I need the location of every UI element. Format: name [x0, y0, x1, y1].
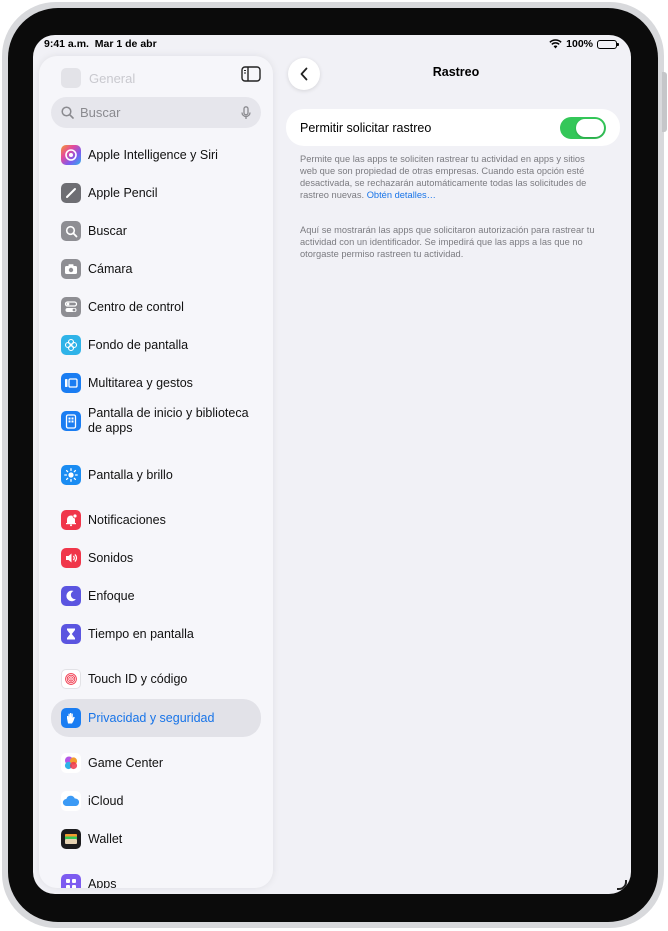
- sidebar-item-label: iCloud: [88, 793, 124, 808]
- fingerprint-icon: [61, 669, 81, 689]
- sidebar-item-label: Buscar: [88, 223, 127, 238]
- hourglass-icon: [61, 624, 81, 644]
- sidebar-item-label: Game Center: [88, 755, 164, 770]
- sidebar-item-label: Touch ID y código: [88, 671, 188, 686]
- apple-intelligence-icon: [61, 145, 81, 165]
- allow-tracking-row: Permitir solicitar rastreo: [286, 109, 620, 146]
- sidebar-item-label: Fondo de pantalla: [88, 337, 189, 352]
- sidebar-item-label: Enfoque: [88, 588, 135, 603]
- flower-icon: [61, 335, 81, 355]
- sidebar-item-label: Multitarea y gestos: [88, 375, 193, 390]
- sidebar-item-centro-de-control[interactable]: Centro de control: [51, 289, 261, 325]
- sidebar-item-label: Pantalla de inicio y biblioteca de apps: [88, 406, 249, 435]
- sidebar-item-privacidad[interactable]: Privacidad y seguridad: [51, 699, 261, 737]
- pencil-icon: [61, 183, 81, 203]
- sidebar-item-sonidos[interactable]: Sonidos: [51, 540, 261, 576]
- sidebar-item-notificaciones[interactable]: Notificaciones: [51, 502, 261, 538]
- allow-tracking-label: Permitir solicitar rastreo: [300, 120, 432, 135]
- hand-icon: [61, 708, 81, 728]
- search-field[interactable]: [51, 97, 261, 128]
- back-button[interactable]: [288, 58, 320, 90]
- page-title: Rastreo: [432, 65, 480, 79]
- home-screen-icon: [61, 411, 81, 431]
- game-center-icon: [61, 753, 81, 773]
- sidebar-item-pantalla-de-inicio[interactable]: Pantalla de inicio y biblioteca de apps: [51, 398, 261, 444]
- sidebar-toggle-icon[interactable]: [241, 66, 261, 82]
- sidebar-item-multitarea[interactable]: Multitarea y gestos: [51, 365, 261, 401]
- sidebar-item-label: Centro de control: [88, 299, 184, 314]
- sidebar-item-general[interactable]: General: [61, 68, 135, 88]
- sidebar-item-tiempo-en-pantalla[interactable]: Tiempo en pantalla: [51, 616, 261, 652]
- sidebar-item-label: Apple Pencil: [88, 185, 158, 200]
- sidebar-item-label: Notificaciones: [88, 512, 166, 527]
- microphone-icon[interactable]: [241, 105, 251, 120]
- sidebar-item-label: Sonidos: [88, 550, 134, 565]
- tracking-footnote: Permite que las apps te soliciten rastre…: [300, 153, 595, 201]
- tracking-footnote-text: Permite que las apps te soliciten rastre…: [300, 154, 587, 200]
- search-icon: [61, 106, 74, 119]
- sidebar-item-wallet[interactable]: Wallet: [51, 821, 261, 857]
- bell-icon: [61, 510, 81, 530]
- chevron-left-icon: [300, 67, 308, 81]
- sidebar-item-label: Apple Intelligence y Siri: [88, 147, 218, 162]
- settings-sidebar: General Apple Intelligence: [39, 56, 273, 888]
- sidebar-item-label: Tiempo en pantalla: [88, 626, 194, 641]
- moon-icon: [61, 586, 81, 606]
- sun-icon: [61, 465, 81, 485]
- cloud-icon: [61, 791, 81, 811]
- sidebar-item-apple-intelligence[interactable]: Apple Intelligence y Siri: [51, 137, 261, 173]
- screen: 9:41 a.m. Mar 1 de abr 100% General Busc…: [33, 35, 631, 894]
- toggles-icon: [61, 297, 81, 317]
- magnifier-icon: [61, 221, 81, 241]
- sidebar-item-apple-pencil[interactable]: Apple Pencil: [51, 175, 261, 211]
- status-bar: 9:41 a.m. Mar 1 de abr 100%: [33, 35, 631, 53]
- gear-icon: [61, 68, 81, 88]
- search-input[interactable]: [80, 105, 220, 120]
- sidebar-item-label: Wallet: [88, 831, 123, 846]
- wallet-icon: [61, 829, 81, 849]
- sidebar-item-pantalla-y-brillo[interactable]: Pantalla y brillo: [51, 457, 261, 493]
- status-date: Mar 1 de abr: [94, 38, 157, 50]
- sidebar-item-enfoque[interactable]: Enfoque: [51, 578, 261, 614]
- apps-footnote: Aquí se mostrarán las apps que solicitar…: [300, 225, 595, 259]
- sidebar-item-touch-id[interactable]: Touch ID y código: [51, 661, 261, 697]
- sidebar-item-fondo-de-pantalla[interactable]: Fondo de pantalla: [51, 327, 261, 363]
- switch-knob: [576, 118, 604, 137]
- sidebar-item-label: Cámara: [88, 261, 133, 276]
- battery-icon: [597, 39, 619, 49]
- battery-percent: 100%: [566, 38, 593, 50]
- sidebar-item-label: Apps: [88, 876, 117, 889]
- allow-tracking-switch[interactable]: [560, 116, 606, 139]
- sidebar-item-game-center[interactable]: Game Center: [51, 745, 261, 781]
- multitasking-icon: [61, 373, 81, 393]
- status-time: 9:41 a.m.: [44, 38, 89, 50]
- learn-more-link[interactable]: Obtén detalles…: [367, 190, 436, 200]
- sidebar-item-camara[interactable]: Cámara: [51, 251, 261, 287]
- sidebar-item-apps[interactable]: Apps: [51, 866, 261, 888]
- device-side-button: [662, 72, 667, 132]
- sidebar-item-label: Pantalla y brillo: [88, 467, 173, 482]
- sidebar-item-buscar[interactable]: Buscar: [51, 213, 261, 249]
- wifi-icon: [549, 39, 562, 49]
- apps-icon: [61, 874, 81, 888]
- speaker-icon: [61, 548, 81, 568]
- sidebar-item-label: Privacidad y seguridad: [88, 710, 215, 725]
- sidebar-item-label: General: [89, 70, 136, 86]
- camera-icon: [61, 259, 81, 279]
- sidebar-item-icloud[interactable]: iCloud: [51, 783, 261, 819]
